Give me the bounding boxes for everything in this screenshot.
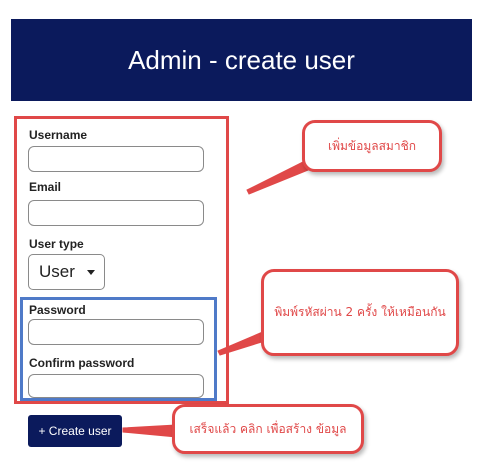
- user-type-label: User type: [29, 237, 84, 251]
- username-label: Username: [29, 128, 88, 142]
- user-type-select[interactable]: User: [28, 254, 105, 290]
- confirm-password-label: Confirm password: [29, 356, 135, 370]
- page-title: Admin - create user: [128, 44, 355, 75]
- callout-arrow-create: [122, 424, 177, 438]
- email-label: Email: [29, 180, 62, 194]
- create-user-button[interactable]: + Create user: [28, 415, 122, 447]
- page-header: Admin - create user: [11, 19, 472, 101]
- username-input[interactable]: [28, 146, 204, 172]
- caret-down-icon: [87, 270, 95, 275]
- callout-password-match: พิมพ์รหัสผ่าน 2 ครั้ง ให้เหมือนกัน: [261, 269, 459, 356]
- password-label: Password: [29, 303, 86, 317]
- password-input[interactable]: [28, 319, 204, 345]
- callout-click-to-create: เสร็จแล้ว คลิก เพื่อสร้าง ข้อมูล: [172, 404, 364, 454]
- callout-member-info: เพิ่มข้อมูลสมาชิก: [302, 120, 442, 172]
- confirm-password-input[interactable]: [28, 374, 204, 398]
- user-type-selected-value: User: [39, 262, 75, 281]
- email-input[interactable]: [28, 200, 204, 226]
